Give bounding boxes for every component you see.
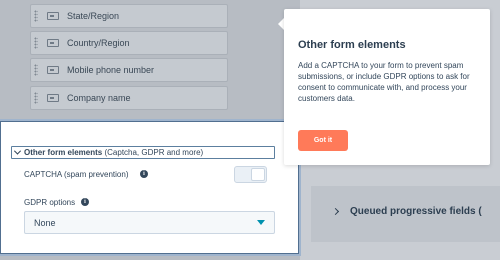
text-field-icon xyxy=(47,12,59,20)
chevron-down-icon xyxy=(13,147,22,155)
field-item-state-region[interactable]: State/Region xyxy=(30,4,228,28)
field-label: State/Region xyxy=(67,11,120,21)
queued-progressive-fields-label[interactable]: Queued progressive fields ( xyxy=(350,206,482,217)
drag-handle-icon[interactable] xyxy=(34,10,38,22)
panel-title-rest: (Captcha, GDPR and more) xyxy=(102,148,204,157)
field-item-company-name[interactable]: Company name xyxy=(30,86,228,110)
field-label: Company name xyxy=(67,93,131,103)
field-label: Mobile phone number xyxy=(67,65,155,75)
gdpr-options-select[interactable]: None xyxy=(24,211,275,234)
other-form-elements-toggle[interactable]: Other form elements (Captcha, GDPR and m… xyxy=(11,146,275,159)
text-field-icon xyxy=(47,39,59,47)
info-icon[interactable]: i xyxy=(140,170,148,178)
onboarding-tooltip: Other form elements Add a CAPTCHA to you… xyxy=(284,9,490,165)
other-form-elements-panel: Other form elements (Captcha, GDPR and m… xyxy=(0,121,299,254)
gdpr-options-label: GDPR options xyxy=(24,198,76,207)
caret-down-icon xyxy=(257,220,265,225)
field-label: Country/Region xyxy=(67,38,130,48)
panel-title: Other form elements (Captcha, GDPR and m… xyxy=(24,148,203,157)
text-field-icon xyxy=(47,94,59,102)
field-item-country-region[interactable]: Country/Region xyxy=(30,31,228,55)
captcha-toggle[interactable] xyxy=(234,166,267,183)
gdpr-selected-value: None xyxy=(34,217,56,228)
drag-handle-icon[interactable] xyxy=(34,64,38,76)
drag-handle-icon[interactable] xyxy=(34,37,38,49)
text-field-icon xyxy=(47,66,59,74)
info-icon[interactable]: i xyxy=(81,198,89,206)
got-it-button[interactable]: Got it xyxy=(298,130,348,151)
toggle-knob xyxy=(251,168,265,181)
field-item-mobile-phone[interactable]: Mobile phone number xyxy=(30,58,228,82)
captcha-label: CAPTCHA (spam prevention) xyxy=(24,170,129,179)
tooltip-title: Other form elements xyxy=(298,39,406,51)
panel-title-bold: Other form elements xyxy=(24,148,103,157)
drag-handle-icon[interactable] xyxy=(34,92,38,104)
tooltip-body: Add a CAPTCHA to your form to prevent sp… xyxy=(298,61,470,103)
